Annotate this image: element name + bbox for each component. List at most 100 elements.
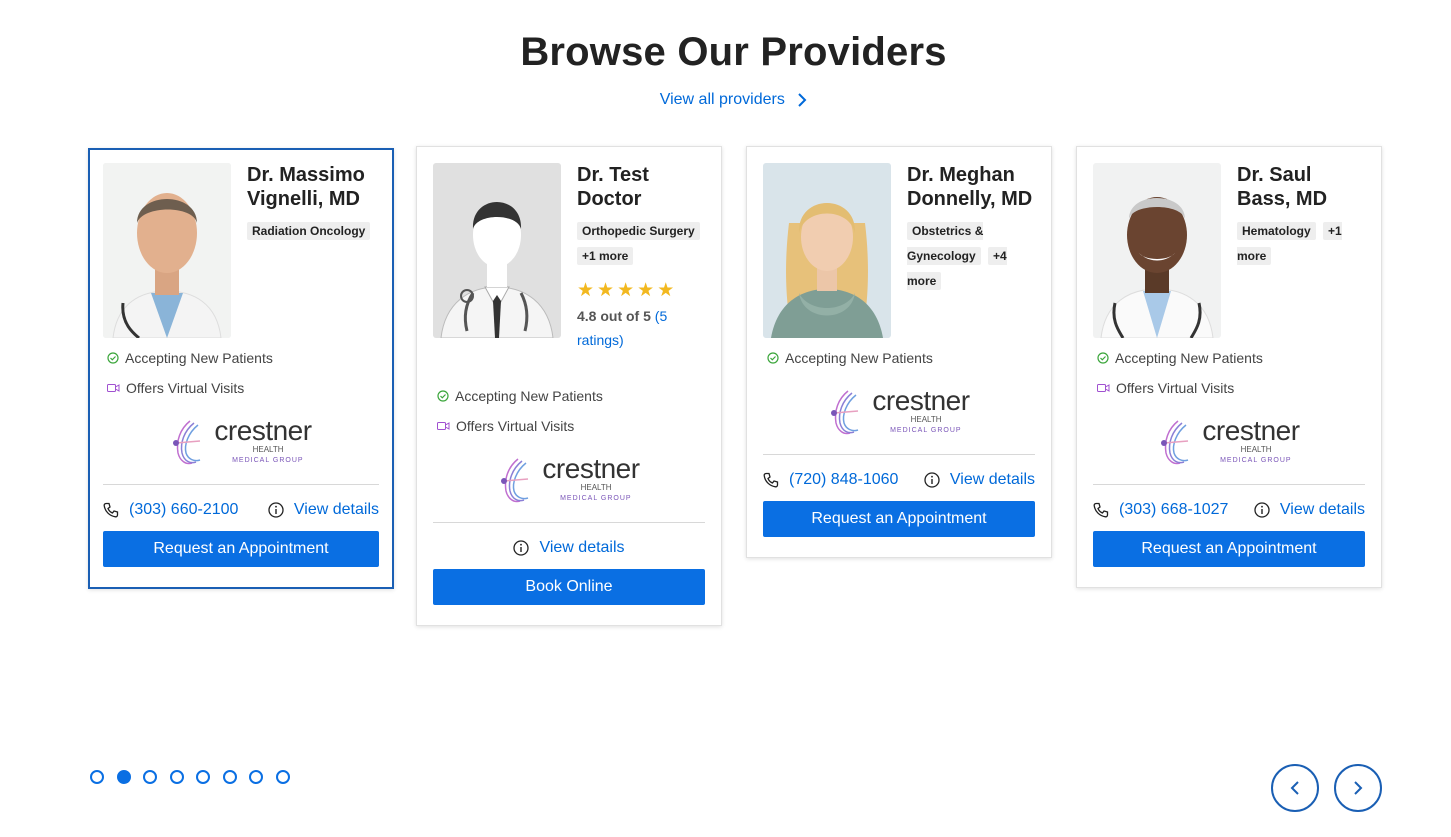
carousel-pagination [90, 770, 302, 784]
specialty-tag: Orthopedic Surgery [577, 222, 700, 240]
phone-icon [103, 502, 119, 518]
phone-number: (303) 668-1027 [1119, 501, 1229, 518]
specialty-tag: Obstetrics & Gynecology [907, 222, 984, 265]
provider-photo[interactable] [763, 163, 891, 338]
offers-virtual-visits: Offers Virtual Visits [103, 378, 379, 398]
view-all-providers-link[interactable]: View all providers [0, 91, 1451, 109]
star-icon: ★ [657, 280, 675, 301]
divider [433, 522, 705, 523]
rating-score: 4.8 out of 5 [577, 308, 651, 324]
provider-name[interactable]: Dr. Test Doctor [577, 163, 705, 211]
provider-name[interactable]: Dr. Meghan Donnelly, MD [907, 163, 1035, 211]
logo-subtitle: HEALTH [910, 415, 942, 424]
accepting-new-patients: Accepting New Patients [1093, 348, 1365, 368]
logo-subtitle: HEALTH [580, 483, 612, 492]
request-appointment-button[interactable]: Request an Appointment [1093, 531, 1365, 567]
crestner-emblem-icon [173, 420, 201, 465]
check-circle-icon [1097, 352, 1109, 364]
logo-wordmark: crestner [1202, 415, 1300, 446]
crestner-logo: crestner HEALTH MEDICAL GROUP [103, 412, 379, 472]
view-details-link[interactable]: View details [1254, 501, 1365, 519]
carousel-dot[interactable] [90, 770, 104, 784]
view-all-providers-label: View all providers [659, 91, 785, 108]
feature-label: Accepting New Patients [125, 350, 273, 366]
crestner-emblem-icon [831, 390, 859, 435]
chevron-left-icon [1290, 781, 1299, 795]
specialty-tag: Hematology [1237, 222, 1316, 240]
chevron-right-icon [798, 93, 807, 107]
carousel-prev-button[interactable] [1271, 764, 1319, 812]
phone-link[interactable]: (303) 668-1027 [1093, 501, 1228, 519]
carousel-dot[interactable] [275, 770, 290, 784]
divider [1093, 484, 1365, 485]
provider-photo[interactable] [103, 163, 231, 338]
phone-number: (303) 660-2100 [129, 501, 239, 518]
carousel-dot[interactable] [143, 770, 157, 784]
star-icon: ★ [637, 280, 655, 301]
specialty-tag: Radiation Oncology [247, 222, 371, 240]
crestner-logo: crestner HEALTH MEDICAL GROUP [1093, 412, 1365, 472]
info-circle-icon [513, 540, 530, 556]
info-circle-icon [1254, 502, 1270, 518]
phone-number: (720) 848-1060 [789, 471, 899, 488]
divider [103, 484, 379, 485]
carousel-dot[interactable] [249, 770, 263, 784]
provider-card: Dr. Massimo Vignelli, MD Radiation Oncol… [88, 148, 394, 589]
phone-link[interactable]: (303) 660-2100 [103, 501, 238, 519]
view-details-link[interactable]: View details [268, 501, 379, 519]
feature-label: Offers Virtual Visits [1116, 380, 1235, 396]
chevron-right-icon [1354, 781, 1363, 795]
phone-link[interactable]: (720) 848-1060 [763, 471, 898, 489]
logo-group: MEDICAL GROUP [1220, 457, 1292, 464]
logo-subtitle: HEALTH [1240, 445, 1272, 454]
feature-label: Offers Virtual Visits [126, 380, 245, 396]
book-online-button[interactable]: Book Online [433, 569, 705, 605]
provider-photo[interactable] [1093, 163, 1221, 338]
crestner-logo: crestner HEALTH MEDICAL GROUP [433, 450, 705, 510]
view-details-link[interactable]: View details [513, 539, 625, 557]
carousel-dot[interactable] [222, 770, 237, 784]
view-details-label: View details [949, 471, 1035, 488]
carousel-dot[interactable] [169, 770, 184, 784]
provider-card: Dr. Saul Bass, MD Hematology +1 more Acc… [1076, 146, 1382, 588]
view-details-label: View details [1279, 501, 1365, 518]
video-camera-icon [437, 422, 450, 430]
accepting-new-patients: Accepting New Patients [433, 386, 705, 406]
logo-group: MEDICAL GROUP [232, 457, 304, 464]
provider-photo[interactable] [433, 163, 561, 338]
star-icon: ★ [577, 280, 595, 301]
logo-subtitle: HEALTH [252, 445, 284, 454]
info-circle-icon [924, 472, 940, 488]
request-appointment-button[interactable]: Request an Appointment [763, 501, 1035, 537]
page-title: Browse Our Providers [520, 30, 947, 74]
crestner-emblem-icon [501, 458, 529, 503]
video-camera-icon [107, 384, 120, 392]
carousel-dot[interactable] [196, 770, 210, 784]
offers-virtual-visits: Offers Virtual Visits [1093, 378, 1365, 398]
provider-name[interactable]: Dr. Saul Bass, MD [1237, 163, 1365, 211]
accepting-new-patients: Accepting New Patients [103, 348, 379, 368]
check-circle-icon [767, 352, 779, 364]
star-icon: ★ [617, 280, 635, 301]
provider-name[interactable]: Dr. Massimo Vignelli, MD [247, 163, 379, 211]
provider-card: Dr. Meghan Donnelly, MD Obstetrics & Gyn… [746, 146, 1052, 558]
phone-icon [763, 472, 779, 488]
crestner-emblem-icon [1161, 420, 1189, 465]
star-rating: ★ ★ ★ ★ ★ [577, 279, 705, 302]
view-details-label: View details [539, 539, 625, 556]
info-circle-icon [268, 502, 284, 518]
provider-card: Dr. Test Doctor Orthopedic Surgery +1 mo… [416, 146, 722, 626]
view-details-link[interactable]: View details [924, 471, 1035, 489]
carousel-next-button[interactable] [1334, 764, 1382, 812]
logo-group: MEDICAL GROUP [890, 427, 962, 434]
rating: ★ ★ ★ ★ ★ 4.8 out of 5 (5 ratings) [577, 279, 705, 352]
carousel-dot-active[interactable] [116, 770, 131, 784]
logo-group: MEDICAL GROUP [560, 495, 632, 502]
check-circle-icon [437, 390, 449, 402]
crestner-logo: crestner HEALTH MEDICAL GROUP [763, 382, 1035, 442]
offers-virtual-visits: Offers Virtual Visits [433, 416, 705, 436]
view-details-label: View details [293, 501, 379, 518]
feature-label: Offers Virtual Visits [456, 418, 575, 434]
star-icon: ★ [597, 280, 615, 301]
request-appointment-button[interactable]: Request an Appointment [103, 531, 379, 567]
